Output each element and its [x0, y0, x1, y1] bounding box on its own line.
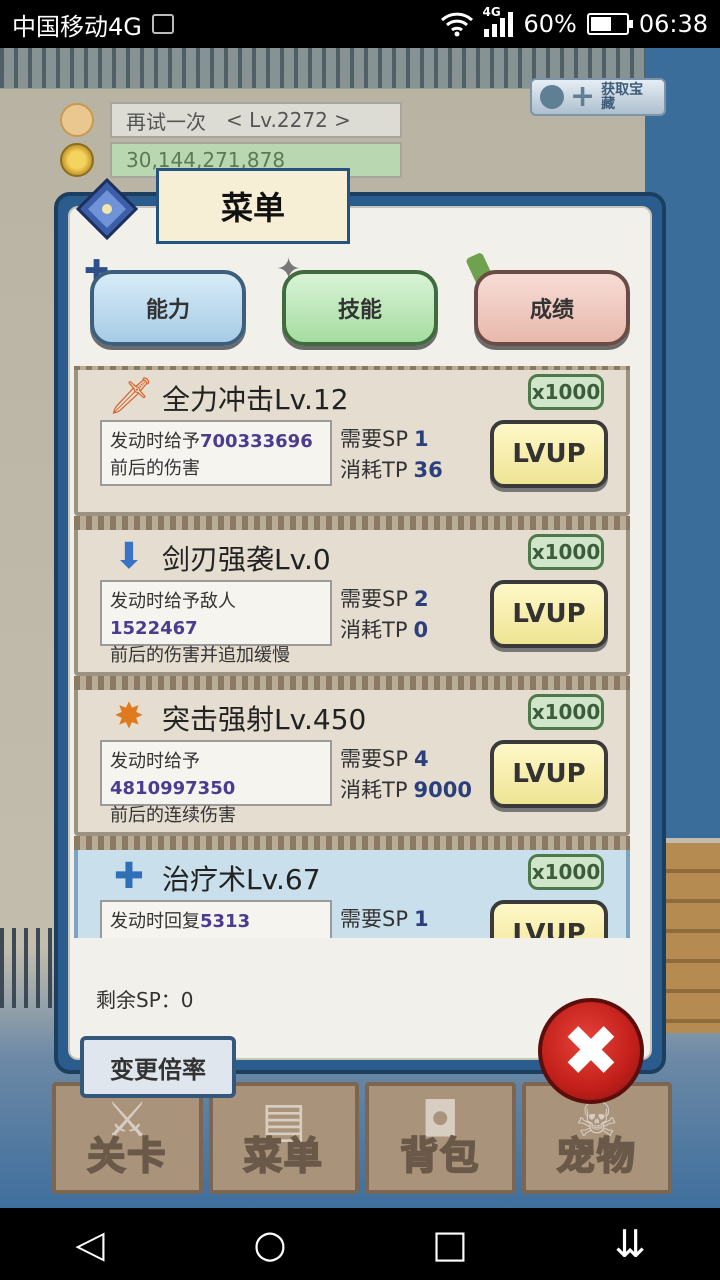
burst-shot-icon: ✸ [113, 696, 145, 737]
skill-card: 🗡 全力冲击Lv.12 x1000 发动时给予700333696 前后的伤害 需… [74, 366, 630, 516]
multiplier-button[interactable]: x1000 [528, 854, 604, 890]
fence-decoration [0, 928, 60, 1008]
sp-value: 1 [414, 907, 429, 931]
close-icon: ✖ [561, 1010, 621, 1092]
battery-percent: 60% [523, 10, 577, 38]
flame-sword-icon: 🗡 [108, 376, 154, 417]
tp-label: 消耗TP [340, 778, 408, 802]
treasure-label: 获取宝藏 [601, 82, 644, 112]
tab-skills[interactable]: 技能 [282, 270, 438, 346]
remaining-sp: 剩余SP：0 [96, 988, 194, 1012]
nav-label: 关卡 [86, 1133, 168, 1179]
close-button[interactable]: ✖ [538, 998, 644, 1104]
desc-prefix: 发动时给予 [110, 431, 200, 452]
multiplier-button[interactable]: x1000 [528, 374, 604, 410]
sp-label: 需要SP [340, 427, 408, 451]
lvup-button[interactable]: LVUP [490, 580, 608, 648]
gem-icon [540, 85, 564, 109]
tp-label: 消耗TP [340, 618, 408, 642]
lvup-button[interactable]: LVUP [490, 740, 608, 808]
desc-number: 1522467 [110, 618, 198, 639]
nav-menu-button[interactable]: ▤ 菜单 [208, 1082, 359, 1194]
tab-achievements[interactable]: 成绩 [474, 270, 630, 346]
sp-label: 需要SP [340, 587, 408, 611]
notification-pull-icon[interactable]: ⇊ [600, 1222, 660, 1266]
skill-card: ✚ 治疗术Lv.67 x1000 发动时回复5313 需要SP 1 LVUP [74, 836, 630, 938]
sp-label: 需要SP [340, 747, 408, 771]
get-treasure-button[interactable]: + 获取宝藏 [530, 78, 666, 116]
sim-icon [151, 14, 174, 34]
signal-icon: 4G [482, 5, 514, 37]
back-icon[interactable]: ◁ [60, 1222, 120, 1266]
wifi-icon [441, 12, 474, 37]
tp-value: 0 [413, 618, 429, 642]
status-bar: 中国移动4G 4G 60% 06:38 [0, 0, 720, 48]
skill-description: 发动时给予 4810997350 前后的连续伤害 [100, 740, 332, 826]
battery-icon [586, 13, 633, 35]
desc-number: 4810997350 [110, 778, 236, 799]
skill-description: 发动时给予700333696 前后的伤害 [100, 420, 332, 486]
player-info-row: 再试一次 < Lv.2272 > [60, 102, 402, 138]
skill-name: 突击强射Lv.450 [162, 703, 367, 736]
desc-number: 5313 [200, 911, 251, 932]
nav-bag-button[interactable]: ◘ 背包 [365, 1082, 516, 1194]
recents-icon[interactable]: □ [420, 1222, 480, 1266]
desc-line2: 前后的伤害 [110, 458, 200, 479]
home-icon[interactable]: ○ [240, 1222, 300, 1266]
sp-label: 需要SP [340, 907, 408, 931]
blade-strike-icon: ⬇ [113, 536, 145, 577]
multiplier-button[interactable]: x1000 [528, 534, 604, 570]
tp-label: 消耗TP [340, 458, 408, 482]
desc-number: 700333696 [200, 431, 313, 452]
skill-name: 治疗术Lv.67 [162, 863, 321, 896]
player-level: < Lv.2272 > [226, 108, 351, 132]
nav-label: 宠物 [556, 1133, 637, 1179]
change-rate-button[interactable]: 变更倍率 [80, 1036, 236, 1098]
skill-card: ⬇ 剑刃强袭Lv.0 x1000 发动时给予敌人 1522467 前后的伤害并追加… [74, 516, 630, 676]
android-nav-bar: ◁ ○ □ ⇊ [0, 1208, 720, 1280]
nav-label: 菜单 [243, 1133, 324, 1179]
desc-prefix: 发动时给予 [110, 751, 200, 772]
lvup-button[interactable]: LVUP [490, 420, 608, 488]
desc-prefix: 发动时回复 [110, 911, 200, 932]
nav-label: 背包 [399, 1133, 481, 1179]
clock: 06:38 [638, 10, 708, 38]
player-avatar-icon [60, 103, 94, 137]
tp-value: 9000 [413, 778, 472, 802]
carrier-name: 中国移动4G [12, 12, 142, 41]
sp-value: 2 [414, 587, 429, 611]
skill-stats: 需要SP 1 消耗TP 36 [340, 424, 443, 486]
tab-ability[interactable]: 能力 [90, 270, 246, 346]
skill-stats: 需要SP 1 [340, 904, 429, 935]
skill-description: 发动时给予敌人 1522467 前后的伤害并追加缓慢 [100, 580, 332, 666]
sp-value: 1 [414, 427, 429, 451]
lvup-button[interactable]: LVUP [490, 900, 608, 938]
skill-name: 全力冲击Lv.12 [162, 383, 349, 416]
skill-stats: 需要SP 2 消耗TP 0 [340, 584, 429, 646]
tp-value: 36 [413, 458, 443, 482]
desc-line2: 前后的伤害并追加缓慢 [110, 645, 290, 666]
desc-line2: 前后的连续伤害 [110, 805, 236, 826]
network-type: 4G [482, 5, 501, 19]
skill-name: 剑刃强袭Lv.0 [162, 543, 331, 576]
nav-stage-button[interactable]: ⚔ 关卡 [52, 1082, 203, 1194]
heal-cross-icon: ✚ [113, 856, 145, 897]
spellbook-icon [76, 178, 138, 240]
coin-icon [60, 143, 94, 177]
skill-stats: 需要SP 4 消耗TP 9000 [340, 744, 472, 806]
skill-description: 发动时回复5313 [100, 900, 332, 938]
player-name: 再试一次 [126, 109, 206, 134]
menu-title: 菜单 [156, 168, 350, 244]
sp-value: 4 [414, 747, 429, 771]
desc-prefix: 发动时给予敌人 [110, 591, 236, 612]
skill-list[interactable]: 🗡 全力冲击Lv.12 x1000 发动时给予700333696 前后的伤害 需… [74, 366, 640, 938]
multiplier-button[interactable]: x1000 [528, 694, 604, 730]
skill-card: ✸ 突击强射Lv.450 x1000 发动时给予 4810997350 前后的连续… [74, 676, 630, 836]
plus-icon: + [570, 79, 596, 114]
player-level-field: 再试一次 < Lv.2272 > [110, 102, 402, 138]
